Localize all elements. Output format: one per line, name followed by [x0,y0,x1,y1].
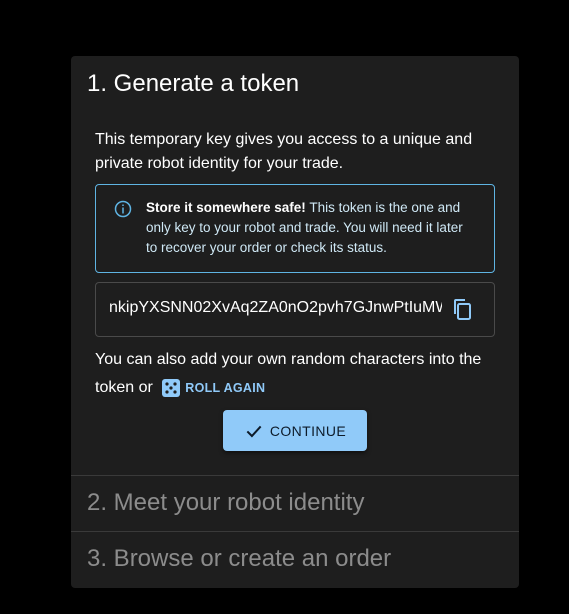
continue-button[interactable]: CONTINUE [223,410,367,451]
roll-again-button[interactable]: ROLL AGAIN [161,374,265,402]
copy-icon[interactable] [450,297,474,321]
extra-text: You can also add your own random charact… [95,346,505,402]
step-2-title[interactable]: 2. Meet your robot identity [87,489,364,517]
extra-text-label: You can also add your own random charact… [95,351,482,397]
divider [71,475,519,476]
roll-again-label: ROLL AGAIN [185,381,266,395]
continue-label: CONTINUE [269,422,347,439]
token-value[interactable]: nkipYXSNN02XvAq2ZA0nO2pvh7GJnwPtIuMW [109,299,442,317]
info-alert: Store it somewhere safe! This token is t… [95,184,495,273]
stepper-card: 1. Generate a token This temporary key g… [71,56,519,588]
token-field[interactable]: nkipYXSNN02XvAq2ZA0nO2pvh7GJnwPtIuMW [95,282,495,337]
step-1-title[interactable]: 1. Generate a token [87,70,299,98]
intro-text: This temporary key gives you access to a… [95,131,473,172]
info-message: Store it somewhere safe! This token is t… [146,198,476,258]
dice-icon [162,379,181,397]
divider [71,531,519,532]
check-icon [246,425,262,437]
step-3-title[interactable]: 3. Browse or create an order [87,545,391,573]
info-icon [114,200,132,218]
info-bold: Store it somewhere safe! [146,200,306,215]
